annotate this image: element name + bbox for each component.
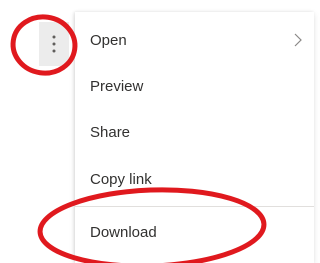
menu-item-label: Open [90,31,127,49]
menu-item-label: Share [90,123,131,141]
chevron-right-icon [294,33,302,51]
menu-item-preview[interactable]: Preview [75,64,314,108]
screenshot-stage: Open Preview Share Copy link Download [0,0,314,263]
menu-item-download[interactable]: Download [75,210,314,254]
menu-item-label: Download [90,223,157,241]
menu-item-label: Copy link [90,170,152,188]
menu-item-open[interactable]: Open [75,18,314,62]
menu-item-share[interactable]: Share [75,110,314,154]
menu-item-copy-link[interactable]: Copy link [75,157,314,201]
menu-divider [75,206,314,207]
menu-item-label: Preview [90,77,144,95]
context-menu: Open Preview Share Copy link Download [75,12,314,263]
more-options-button[interactable] [39,22,69,66]
more-vertical-icon [52,35,56,53]
